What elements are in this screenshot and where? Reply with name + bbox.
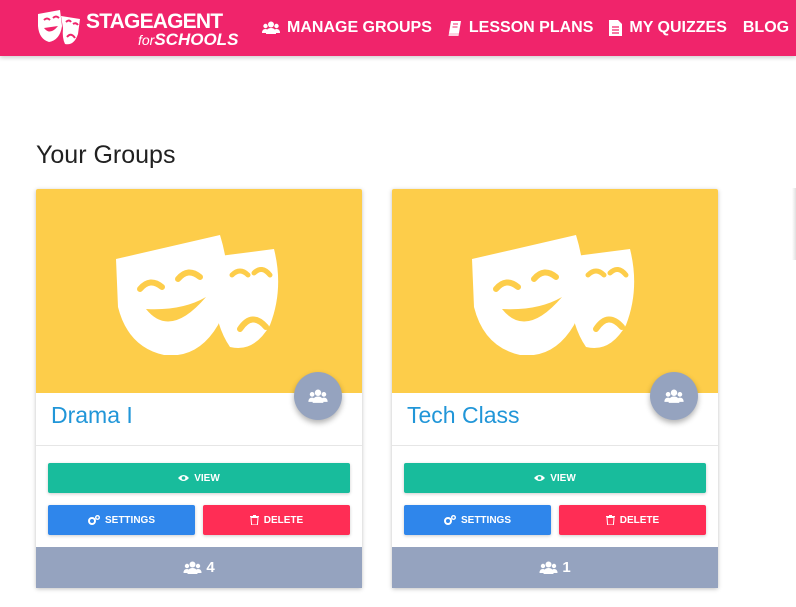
next-card-edge bbox=[792, 188, 796, 260]
delete-button[interactable]: DELETE bbox=[203, 505, 350, 535]
theater-masks-logo-icon bbox=[38, 10, 80, 45]
settings-button[interactable]: SETTINGS bbox=[404, 505, 551, 535]
stageagent-logo[interactable]: STAGEAGENT forSCHOOLS bbox=[36, 8, 239, 49]
card-divider bbox=[392, 445, 718, 446]
nav-blog-label: BLOG bbox=[742, 19, 790, 36]
logo-subtitle: forSCHOOLS bbox=[138, 30, 239, 49]
users-icon bbox=[539, 561, 558, 574]
nav-lesson-plans-label: LESSON PLANS bbox=[468, 19, 594, 36]
member-count-bar: 1 bbox=[392, 547, 718, 588]
view-button[interactable]: VIEW bbox=[404, 463, 706, 493]
group-name-link[interactable]: Drama I bbox=[51, 402, 133, 429]
trash-icon bbox=[249, 515, 259, 525]
group-card: Tech Class VIEW SETTINGS DELETE 1 bbox=[392, 189, 718, 588]
settings-button-label: SETTINGS bbox=[460, 514, 511, 526]
theater-masks-icon bbox=[116, 235, 279, 355]
group-card-image bbox=[392, 189, 718, 393]
nav-manage-groups-label: MANAGE GROUPS bbox=[287, 19, 432, 36]
gears-icon bbox=[443, 515, 456, 525]
users-icon bbox=[308, 389, 328, 403]
group-members-fab[interactable] bbox=[294, 372, 342, 420]
group-members-fab[interactable] bbox=[650, 372, 698, 420]
member-count-bar: 4 bbox=[36, 547, 362, 588]
settings-button-label: SETTINGS bbox=[104, 514, 155, 526]
group-card: Drama I VIEW SETTINGS DELETE 4 bbox=[36, 189, 362, 588]
gears-icon bbox=[87, 515, 100, 525]
view-button-label: VIEW bbox=[194, 472, 220, 484]
delete-button-label: DELETE bbox=[263, 514, 304, 526]
eye-icon bbox=[178, 475, 190, 481]
member-count: 4 bbox=[206, 559, 215, 576]
card-divider bbox=[36, 445, 362, 446]
book-icon bbox=[448, 20, 461, 36]
users-icon bbox=[183, 561, 202, 574]
file-icon bbox=[609, 20, 623, 36]
group-name-link[interactable]: Tech Class bbox=[407, 402, 519, 429]
nav-manage-groups[interactable]: MANAGE GROUPS bbox=[262, 19, 432, 37]
view-button[interactable]: VIEW bbox=[48, 463, 350, 493]
nav-lesson-plans[interactable]: LESSON PLANS bbox=[448, 19, 593, 37]
users-icon bbox=[262, 21, 280, 34]
eye-icon bbox=[534, 475, 546, 481]
trash-icon bbox=[605, 515, 615, 525]
delete-button[interactable]: DELETE bbox=[559, 505, 706, 535]
nav-my-quizzes-label: MY QUIZZES bbox=[629, 19, 727, 36]
view-button-label: VIEW bbox=[550, 472, 576, 484]
group-card-image bbox=[36, 189, 362, 393]
theater-masks-icon bbox=[472, 235, 635, 355]
settings-button[interactable]: SETTINGS bbox=[48, 505, 195, 535]
member-count: 1 bbox=[562, 559, 571, 576]
main-nav: MANAGE GROUPS LESSON PLANS MY QUIZZES BL… bbox=[262, 0, 796, 56]
delete-button-label: DELETE bbox=[619, 514, 660, 526]
nav-my-quizzes[interactable]: MY QUIZZES bbox=[609, 19, 727, 37]
nav-blog[interactable]: BLOG bbox=[743, 19, 789, 37]
top-navbar: STAGEAGENT forSCHOOLS MANAGE GROUPS LESS… bbox=[0, 0, 796, 56]
page-title: Your Groups bbox=[36, 141, 176, 169]
users-icon bbox=[664, 389, 684, 403]
